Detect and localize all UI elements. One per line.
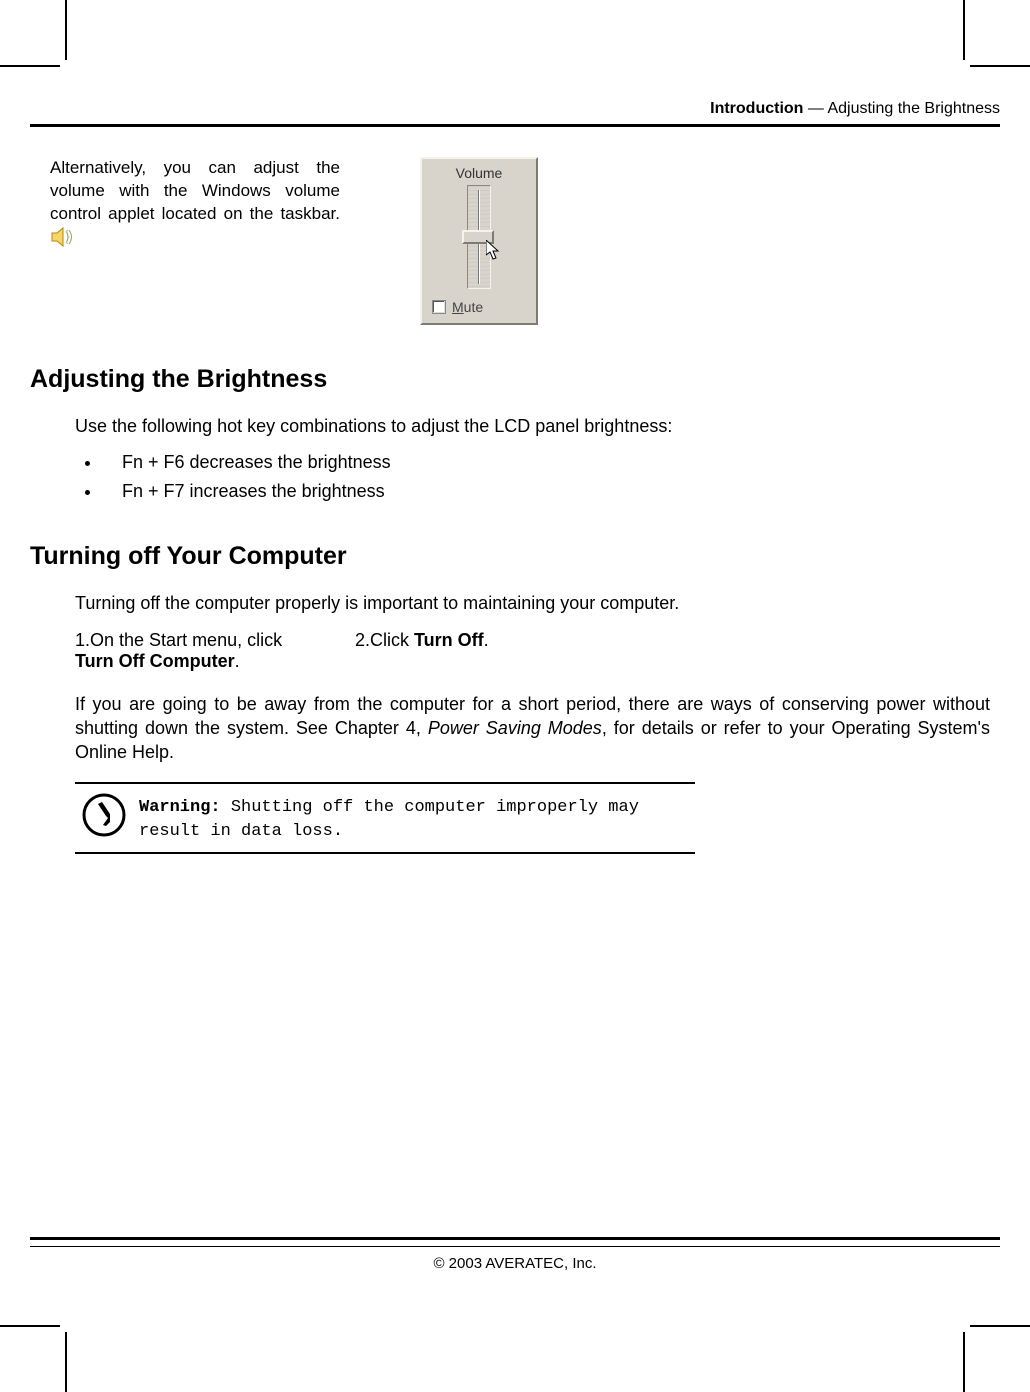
list-item: Fn + F6 decreases the brightness xyxy=(102,452,1000,473)
step-1: 1.On the Start menu, click Turn Off Comp… xyxy=(75,630,325,672)
heading-adjusting-brightness: Adjusting the Brightness xyxy=(30,365,1000,394)
header-sep: — xyxy=(803,100,827,117)
running-header: Introduction — Adjusting the Brightness xyxy=(30,100,1000,127)
brightness-bullet-list: Fn + F6 decreases the brightness Fn + F7… xyxy=(102,452,1000,502)
crop-mark xyxy=(970,1325,1030,1327)
header-section: Introduction xyxy=(710,100,803,117)
page-footer: © 2003 AVERATEC, Inc. xyxy=(30,1237,1000,1272)
mute-label: Mute xyxy=(452,299,483,315)
crop-mark xyxy=(65,0,67,60)
turnoff-steps: 1.On the Start menu, click Turn Off Comp… xyxy=(75,630,1000,672)
brightness-intro: Use the following hot key combinations t… xyxy=(75,414,990,438)
turnoff-intro: Turning off the computer properly is imp… xyxy=(75,591,990,615)
crop-mark xyxy=(963,1332,965,1392)
volume-slider[interactable] xyxy=(467,185,491,289)
list-item: Fn + F7 increases the brightness xyxy=(102,481,1000,502)
step-2: 2.Click Turn Off. xyxy=(355,630,489,672)
mute-checkbox[interactable] xyxy=(432,300,446,314)
warning-text: Warning: Shutting off the computer impro… xyxy=(139,792,689,844)
crop-mark xyxy=(0,65,60,67)
crop-mark xyxy=(65,1332,67,1392)
warning-icon xyxy=(81,792,127,843)
turnoff-paragraph: If you are going to be away from the com… xyxy=(75,692,990,765)
heading-turning-off: Turning off Your Computer xyxy=(30,542,1000,571)
intro-text-span: Alternatively, you can adjust the volume… xyxy=(50,158,340,223)
cursor-icon xyxy=(486,240,500,263)
crop-mark xyxy=(0,1325,60,1327)
speaker-icon xyxy=(50,226,78,255)
crop-mark xyxy=(963,0,965,60)
volume-widget-title: Volume xyxy=(428,165,530,181)
volume-control-applet: Volume Mute xyxy=(420,157,538,325)
crop-mark xyxy=(970,65,1030,67)
volume-intro-text: Alternatively, you can adjust the volume… xyxy=(50,157,340,255)
warning-box: Warning: Shutting off the computer impro… xyxy=(75,782,695,854)
copyright-text: © 2003 AVERATEC, Inc. xyxy=(433,1255,596,1272)
header-subsection: Adjusting the Brightness xyxy=(827,100,1000,117)
